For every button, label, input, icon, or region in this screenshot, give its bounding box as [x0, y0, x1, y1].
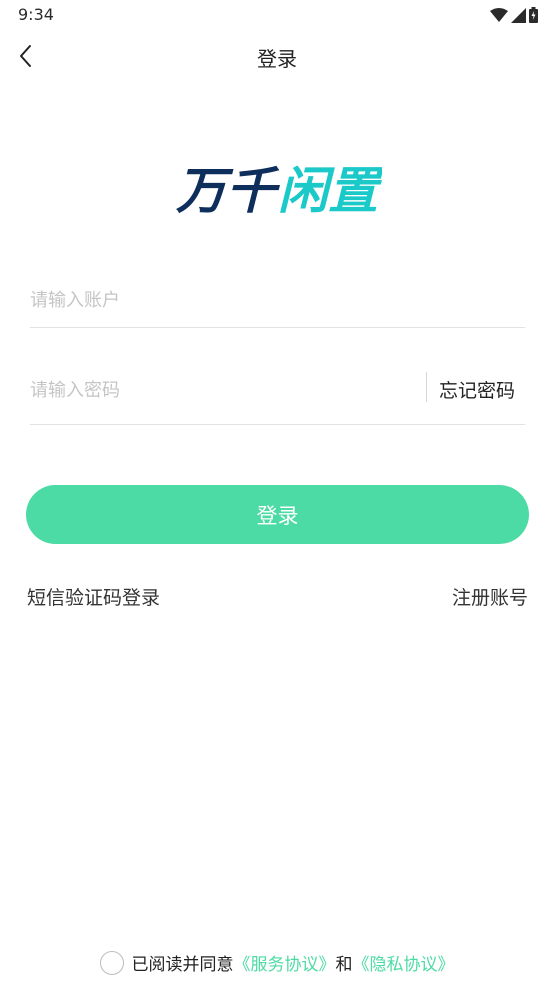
forgot-password-link[interactable]: 忘记密码 — [439, 376, 515, 403]
sms-login-link[interactable]: 短信验证码登录 — [27, 583, 160, 610]
status-time: 9:34 — [18, 5, 54, 24]
login-screen: 9:34 登录 万千 闲置 请输入账户 忘记密码 登录 短信验证码登录 注册账号… — [0, 0, 554, 984]
app-logo: 万千 闲置 — [176, 162, 382, 218]
wifi-icon — [490, 7, 508, 22]
password-divider — [426, 372, 427, 402]
signal-icon — [511, 7, 526, 23]
privacy-agreement-link[interactable]: 《隐私协议》 — [353, 950, 455, 975]
agreement-row: 已阅读并同意 《服务协议》 和 《隐私协议》 — [0, 950, 554, 975]
register-link[interactable]: 注册账号 — [452, 583, 528, 610]
agreement-conjunction: 和 — [335, 955, 353, 975]
password-field-row: 忘记密码 — [30, 356, 525, 425]
logo-text-xianzhi: 闲置 — [278, 162, 382, 218]
account-field-row — [30, 274, 525, 328]
status-bar: 9:34 — [0, 0, 554, 30]
password-input[interactable] — [30, 356, 410, 424]
agreement-checkbox[interactable] — [99, 950, 124, 975]
status-icons — [490, 6, 538, 24]
account-input[interactable] — [30, 274, 525, 327]
service-agreement-link[interactable]: 《服务协议》 — [234, 950, 336, 975]
nav-bar: 登录 — [0, 30, 554, 82]
agreement-prefix: 已阅读并同意 — [131, 955, 234, 975]
battery-charging-icon — [529, 7, 538, 23]
page-title: 登录 — [257, 47, 297, 71]
login-button[interactable]: 登录 — [26, 485, 529, 544]
logo-text-wanqian: 万千 — [176, 162, 281, 218]
